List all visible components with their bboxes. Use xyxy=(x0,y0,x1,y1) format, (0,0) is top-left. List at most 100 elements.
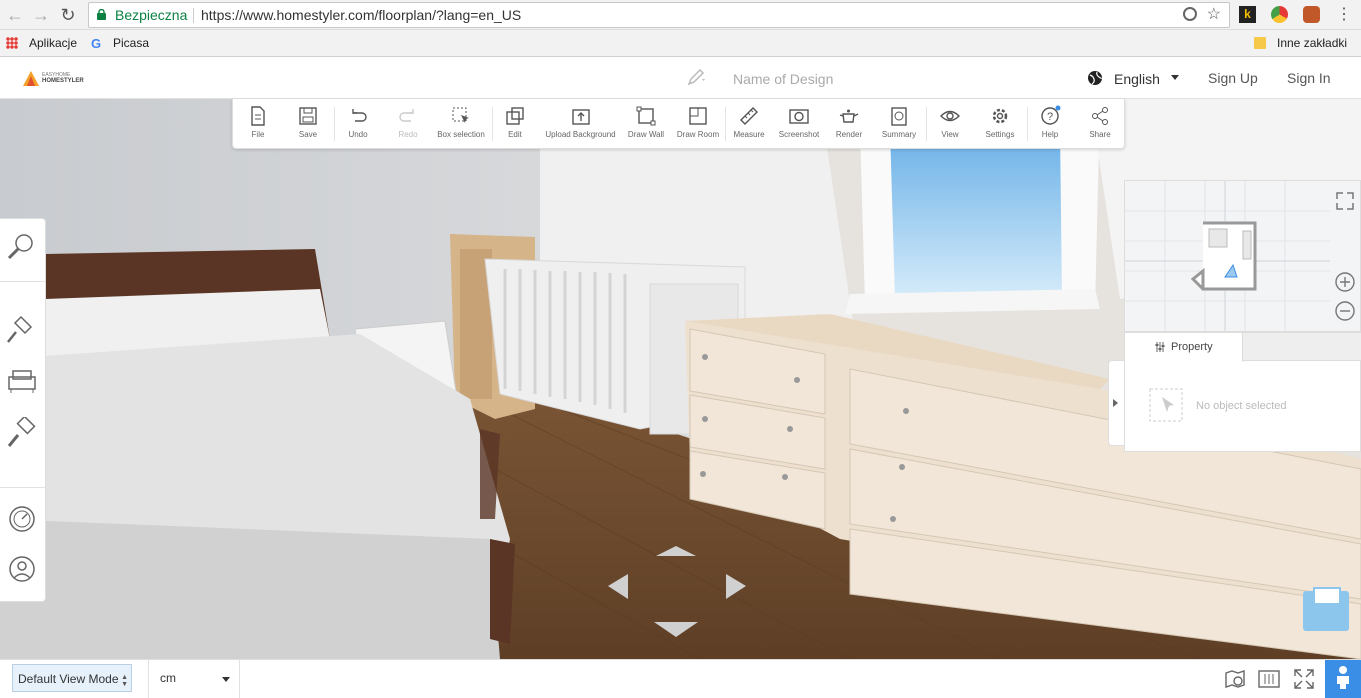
chevron-down-icon xyxy=(222,677,230,682)
draw-room-tool[interactable]: Draw Room xyxy=(673,103,723,145)
extension-color-icon[interactable] xyxy=(1271,6,1288,23)
star-icon[interactable]: ☆ xyxy=(1207,3,1221,27)
nav-left-arrow-icon[interactable] xyxy=(608,574,628,599)
unit-select[interactable]: cm xyxy=(148,660,240,698)
share-tool[interactable]: Share xyxy=(1075,103,1125,145)
summary-icon xyxy=(891,107,907,126)
extension-orange-icon[interactable] xyxy=(1303,6,1320,23)
nav-right-arrow-icon[interactable] xyxy=(726,574,746,599)
search-icon[interactable] xyxy=(5,229,39,263)
chat-widget-icon[interactable] xyxy=(1303,587,1349,631)
url-text: https://www.homestyler.com/floorplan/?la… xyxy=(201,7,522,23)
upload-background-icon xyxy=(571,109,590,125)
paint-roller-icon[interactable] xyxy=(5,417,39,451)
app-header: EASYHOME HOMESTYLER Name of Design Engli… xyxy=(0,58,1361,99)
redo-icon xyxy=(399,109,414,122)
sign-up-button[interactable]: Sign Up xyxy=(1208,70,1258,86)
summary-label: Summary xyxy=(881,130,917,139)
sign-in-button[interactable]: Sign In xyxy=(1287,70,1331,86)
box-selection-tool[interactable]: Box selection xyxy=(436,103,486,145)
bookmark-other[interactable]: Inne zakładki xyxy=(1277,36,1347,50)
screenshot-tool[interactable]: Screenshot xyxy=(774,103,824,145)
apps-grid-icon xyxy=(6,37,18,49)
stepper-icon: ▲ ▼ xyxy=(121,674,128,688)
measure-label: Measure xyxy=(733,130,765,139)
redo-tool[interactable]: Redo xyxy=(383,103,433,145)
language-select[interactable]: English xyxy=(1114,71,1160,87)
forward-arrow-icon[interactable]: → xyxy=(30,4,52,26)
draw-wall-tool[interactable]: Draw Wall xyxy=(621,103,671,145)
logo-icon xyxy=(23,71,39,86)
sofa-icon[interactable] xyxy=(5,365,39,399)
panel-divider xyxy=(0,281,46,282)
extension-k-icon[interactable]: k xyxy=(1239,6,1256,23)
summary-tool[interactable]: Summary xyxy=(874,103,924,145)
pencil-icon[interactable] xyxy=(686,69,706,87)
expand-icon[interactable] xyxy=(1335,191,1355,211)
url-omnibox[interactable]: Bezpieczna https://www.homestyler.com/fl… xyxy=(88,2,1230,28)
settings-tool[interactable]: Settings xyxy=(975,103,1025,145)
shovel-icon[interactable] xyxy=(5,313,39,347)
box-selection-label: Box selection xyxy=(437,130,485,139)
upload-background-tool[interactable]: Upload Background xyxy=(543,103,618,145)
menu-dots-icon[interactable]: ⋮ xyxy=(1336,4,1352,24)
settings-label: Settings xyxy=(985,130,1015,139)
property-tab[interactable]: Property xyxy=(1125,333,1243,362)
teapot-icon xyxy=(839,109,859,123)
draw-wall-icon xyxy=(636,106,656,126)
google-g-icon: G xyxy=(91,36,102,51)
collapse-panel-handle[interactable] xyxy=(1108,360,1124,446)
render-tool[interactable]: Render xyxy=(824,103,874,145)
homestyler-logo[interactable]: EASYHOME HOMESTYLER xyxy=(22,69,92,89)
bookmarks-bar: Aplikacje G Picasa Inne zakładki xyxy=(0,30,1361,57)
save-label: Save xyxy=(298,130,318,139)
chevron-down-icon xyxy=(1171,75,1179,80)
file-tool[interactable]: File xyxy=(233,103,283,145)
eye-icon xyxy=(940,110,960,122)
render-label: Render xyxy=(835,130,863,139)
back-arrow-icon[interactable]: ← xyxy=(4,4,26,26)
share-label: Share xyxy=(1089,130,1111,139)
measure-tool[interactable]: Measure xyxy=(724,103,774,145)
floorplan-minimap[interactable] xyxy=(1124,180,1361,332)
blocked-popup-icon[interactable] xyxy=(1183,7,1197,21)
map-pin-icon[interactable] xyxy=(1223,667,1247,691)
undo-tool[interactable]: Undo xyxy=(333,103,383,145)
logo-text-bottom: HOMESTYLER xyxy=(42,78,84,84)
left-catalog-panel xyxy=(0,218,46,602)
zoom-in-icon[interactable] xyxy=(1334,271,1356,293)
no-selection-icon xyxy=(1149,388,1183,422)
design-name-input[interactable]: Name of Design xyxy=(733,71,833,87)
walkthrough-mode-button[interactable] xyxy=(1325,660,1361,698)
minimap-grid xyxy=(1125,181,1330,331)
bookmark-apps[interactable]: Aplikacje xyxy=(29,36,77,50)
nav-up-arrow-icon[interactable] xyxy=(656,546,696,556)
view-label: View xyxy=(941,130,959,139)
view-mode-select[interactable]: Default View Mode ▲ ▼ xyxy=(12,664,132,692)
panel-divider xyxy=(0,487,46,488)
chevron-right-icon xyxy=(1113,399,1118,407)
status-bar: Default View Mode ▲ ▼ cm xyxy=(0,659,1361,698)
adjust-icon[interactable] xyxy=(1257,667,1281,691)
box-select-icon xyxy=(452,107,469,123)
view-tool[interactable]: View xyxy=(925,103,975,145)
compass-icon[interactable] xyxy=(5,502,39,536)
lock-icon xyxy=(97,9,106,20)
reload-icon[interactable]: ↻ xyxy=(57,4,79,26)
camera-nav-arrows xyxy=(608,546,746,637)
upload-background-label: Upload Background xyxy=(545,130,616,139)
gear-icon xyxy=(992,108,1008,124)
help-tool[interactable]: ? Help xyxy=(1025,103,1075,145)
view-mode-value: Default View Mode xyxy=(18,672,119,686)
person-icon xyxy=(1337,666,1349,689)
redo-label: Redo xyxy=(398,130,418,139)
edit-tool[interactable]: Edit xyxy=(490,103,540,145)
bookmark-picasa[interactable]: Picasa xyxy=(113,36,149,50)
nav-down-arrow-icon[interactable] xyxy=(654,622,698,637)
user-support-icon[interactable] xyxy=(5,552,39,586)
save-tool[interactable]: Save xyxy=(283,103,333,145)
main-toolbar: File Save Undo Redo Box selection Edit U… xyxy=(232,99,1125,149)
draw-room-label: Draw Room xyxy=(676,130,720,139)
zoom-out-icon[interactable] xyxy=(1334,300,1356,322)
fullscreen-icon[interactable] xyxy=(1293,668,1315,690)
